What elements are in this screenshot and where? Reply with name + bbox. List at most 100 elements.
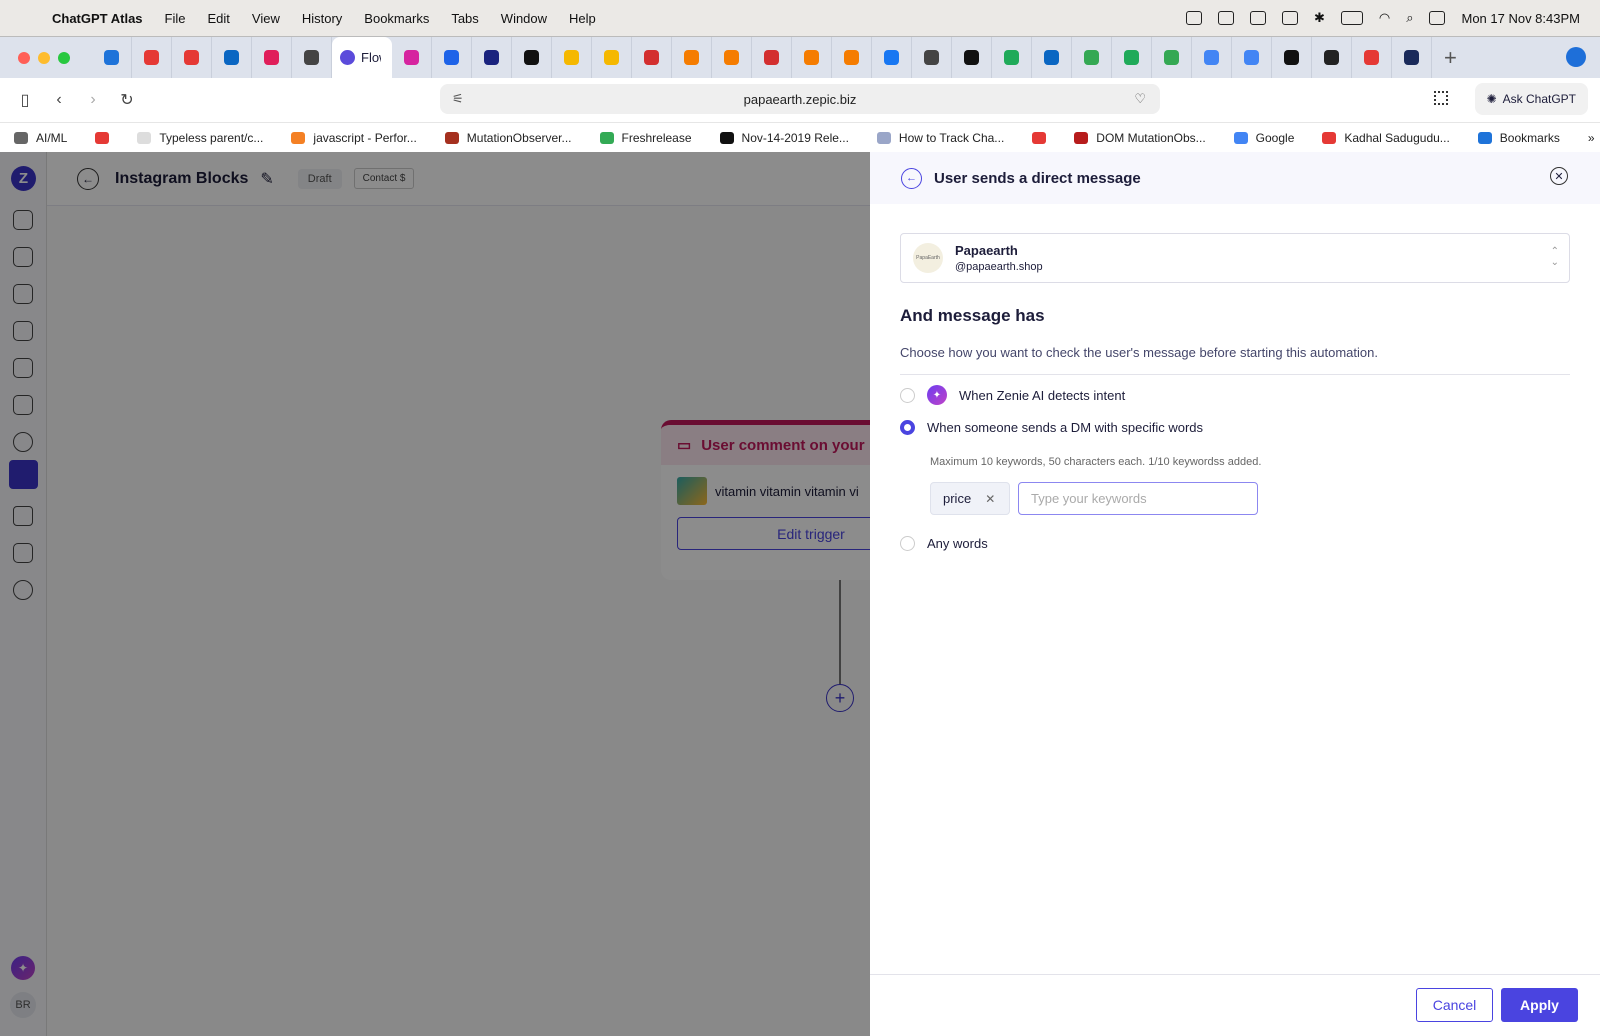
site-settings-icon[interactable]: ⚟ xyxy=(452,91,464,107)
browser-tab[interactable] xyxy=(1072,36,1112,79)
browser-tab[interactable] xyxy=(712,36,752,79)
status-icon[interactable] xyxy=(1217,11,1234,25)
browser-tab[interactable] xyxy=(1112,36,1152,79)
browser-tab[interactable] xyxy=(172,36,212,79)
sidebar-toggle-icon[interactable]: ▯ xyxy=(16,90,34,110)
bookmark-label: Typeless parent/c... xyxy=(159,130,264,145)
heart-icon[interactable]: ♡ xyxy=(1134,91,1146,107)
keyword-input[interactable] xyxy=(1018,482,1258,515)
address-bar[interactable]: ⚟ papaearth.zepic.biz ♡ xyxy=(440,84,1160,114)
option-specific-words[interactable]: When someone sends a DM with specific wo… xyxy=(900,420,1203,435)
profile-avatar[interactable] xyxy=(1566,47,1586,67)
back-icon[interactable]: ‹ xyxy=(50,91,68,109)
ask-chatgpt-button[interactable]: ✺ Ask ChatGPT xyxy=(1474,83,1588,115)
menu-file[interactable]: File xyxy=(165,11,186,26)
minimize-window-button[interactable] xyxy=(38,51,50,64)
forward-icon[interactable]: › xyxy=(84,91,102,109)
remove-keyword-icon[interactable]: ✕ xyxy=(985,492,995,506)
panel-back-button[interactable]: ← xyxy=(901,167,922,189)
browser-tab[interactable] xyxy=(1232,36,1272,79)
option-any-words[interactable]: Any words xyxy=(900,536,988,551)
browser-tab[interactable] xyxy=(132,36,172,79)
clock[interactable]: Mon 17 Nov 8:43PM xyxy=(1461,11,1580,26)
browser-tab[interactable] xyxy=(792,36,832,79)
bookmark-item[interactable]: javascript - Perfor... xyxy=(291,131,417,145)
battery-icon[interactable] xyxy=(1340,11,1363,25)
bookmark-item[interactable]: MutationObserver... xyxy=(444,131,572,145)
qr-code-icon[interactable] xyxy=(1434,91,1448,105)
status-icon[interactable] xyxy=(1185,11,1202,25)
browser-tab[interactable] xyxy=(92,36,132,79)
browser-tab[interactable] xyxy=(1152,36,1192,79)
browser-tab[interactable] xyxy=(1272,36,1312,79)
tab-active[interactable]: Flow xyxy=(332,36,392,79)
close-icon[interactable]: ✕ xyxy=(1550,167,1568,185)
apply-button[interactable]: Apply xyxy=(1501,988,1578,1022)
menu-window[interactable]: Window xyxy=(501,11,547,26)
browser-tab[interactable] xyxy=(252,36,292,79)
bookmark-item[interactable]: Nov-14-2019 Rele... xyxy=(719,131,849,145)
bookmark-favicon-icon xyxy=(137,131,152,144)
more-bookmarks-icon[interactable]: » xyxy=(1588,131,1595,145)
search-icon[interactable]: ⌕ xyxy=(1406,10,1413,26)
browser-tab[interactable] xyxy=(472,36,512,79)
bookmark-item[interactable] xyxy=(95,131,110,144)
bookmark-item[interactable]: Freshrelease xyxy=(599,131,692,145)
browser-tab[interactable] xyxy=(1032,36,1072,79)
menu-bookmarks[interactable]: Bookmarks xyxy=(364,11,429,26)
wifi-icon[interactable]: ◠ xyxy=(1379,10,1390,26)
browser-tab[interactable] xyxy=(552,36,592,79)
browser-tab[interactable] xyxy=(832,36,872,79)
browser-tab[interactable] xyxy=(992,36,1032,79)
menu-history[interactable]: History xyxy=(302,11,342,26)
close-window-button[interactable] xyxy=(18,51,30,64)
browser-tab[interactable] xyxy=(512,36,552,79)
bookmark-item[interactable]: How to Track Cha... xyxy=(876,131,1004,145)
option-ai-intent[interactable]: ✦ When Zenie AI detects intent xyxy=(900,385,1125,405)
bookmark-item[interactable] xyxy=(1032,131,1047,144)
bookmark-item[interactable]: Google xyxy=(1233,131,1294,145)
bookmark-item[interactable]: Bookmarks xyxy=(1477,131,1560,145)
radio-specific-words[interactable] xyxy=(900,420,915,435)
bookmark-item[interactable]: Typeless parent/c... xyxy=(137,131,263,145)
browser-tab[interactable] xyxy=(1192,36,1232,79)
zoom-window-button[interactable] xyxy=(58,51,70,64)
browser-tab[interactable] xyxy=(1352,36,1392,79)
status-icon[interactable] xyxy=(1249,11,1266,25)
radio-ai-intent[interactable] xyxy=(900,387,915,403)
browser-tab[interactable] xyxy=(392,36,432,79)
radio-any-words[interactable] xyxy=(900,536,915,551)
browser-tab[interactable] xyxy=(292,36,332,79)
cancel-button[interactable]: Cancel xyxy=(1416,988,1493,1022)
menu-app-name[interactable]: ChatGPT Atlas xyxy=(52,11,143,26)
browser-tab[interactable] xyxy=(592,36,632,79)
account-selector[interactable]: PapaEarth Papaearth @papaearth.shop ⌃ ⌄ xyxy=(900,233,1570,283)
menu-tabs[interactable]: Tabs xyxy=(451,11,478,26)
browser-tab[interactable] xyxy=(872,36,912,79)
browser-tab[interactable] xyxy=(912,36,952,79)
control-center-icon[interactable] xyxy=(1429,11,1446,25)
account-logo: PapaEarth xyxy=(913,243,943,273)
browser-tab[interactable] xyxy=(1312,36,1352,79)
menu-view[interactable]: View xyxy=(252,11,280,26)
bookmark-item[interactable]: Kadhal Sadugudu... xyxy=(1322,130,1450,145)
browser-tab[interactable] xyxy=(632,36,672,79)
bookmark-label: Kadhal Sadugudu... xyxy=(1344,130,1450,145)
browser-tab[interactable] xyxy=(1392,36,1432,79)
bookmark-item[interactable]: DOM MutationObs... xyxy=(1074,131,1206,145)
reload-icon[interactable]: ↻ xyxy=(118,90,136,110)
status-icon[interactable] xyxy=(1281,11,1298,25)
browser-tab[interactable] xyxy=(752,36,792,79)
bookmark-item[interactable]: AI/ML xyxy=(14,131,67,145)
menu-edit[interactable]: Edit xyxy=(207,11,229,26)
browser-tab[interactable] xyxy=(952,36,992,79)
menu-help[interactable]: Help xyxy=(569,11,596,26)
bluetooth-icon[interactable]: ✱ xyxy=(1314,10,1325,26)
modal-backdrop[interactable] xyxy=(0,152,870,1036)
browser-tab[interactable] xyxy=(212,36,252,79)
browser-tab[interactable] xyxy=(432,36,472,79)
browser-tab[interactable] xyxy=(672,36,712,79)
tabs: Flow xyxy=(92,36,1432,79)
new-tab-button[interactable]: + xyxy=(1444,45,1457,71)
bookmark-favicon-icon xyxy=(95,131,110,144)
